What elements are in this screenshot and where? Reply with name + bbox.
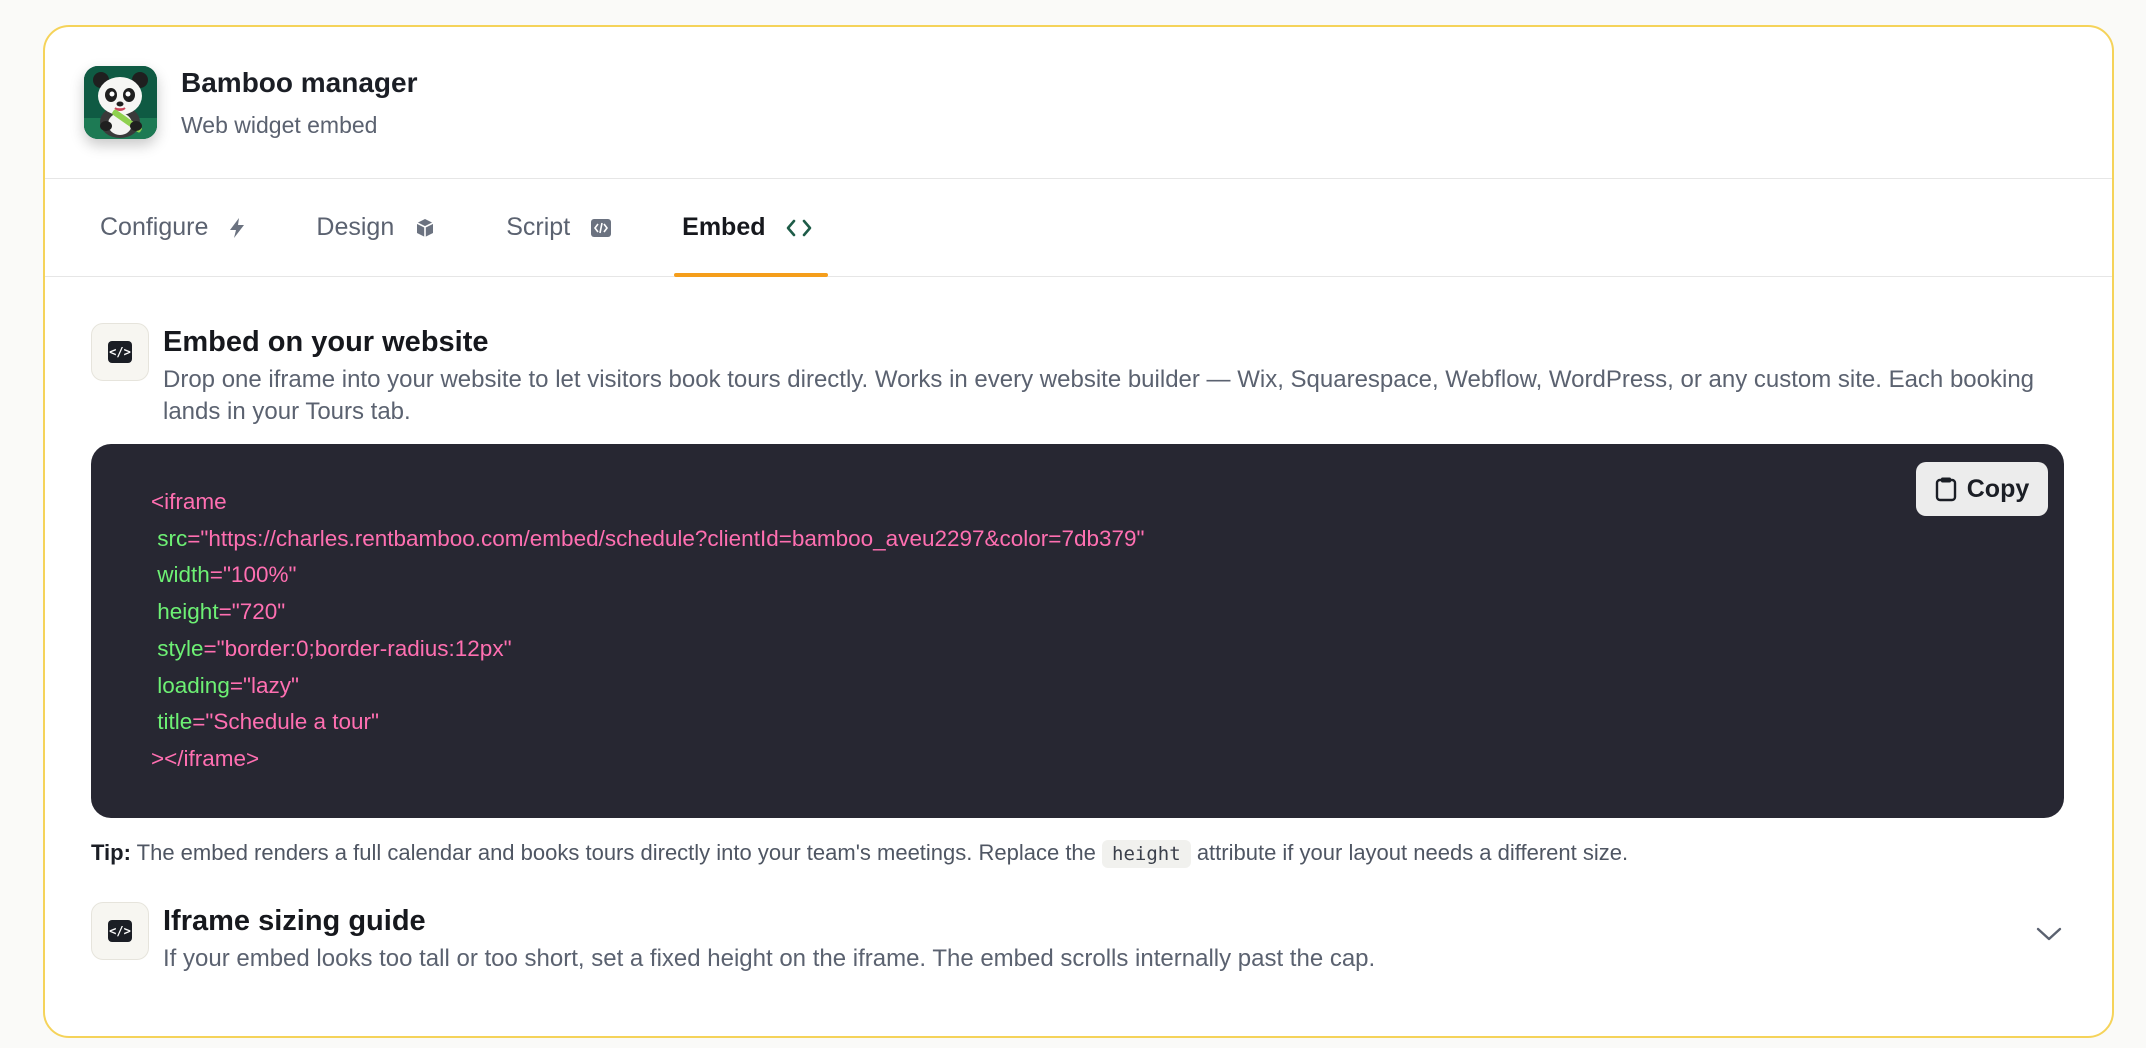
code-attr-name: height <box>157 599 219 625</box>
embed-content: </> Embed on your website Drop one ifram… <box>45 277 2112 975</box>
code-attr-value: "720" <box>231 599 286 625</box>
sizing-title: Iframe sizing guide <box>163 905 426 937</box>
code-attr-value: "Schedule a tour" <box>205 709 380 735</box>
code-open-tag: <iframe <box>151 489 227 514</box>
tab-label: Design <box>316 213 395 241</box>
tab-script[interactable]: Script <box>506 179 620 276</box>
panda-logo-icon <box>84 66 157 139</box>
tab-label: Configure <box>100 213 209 241</box>
code-attr-name: loading <box>157 672 230 698</box>
cube-icon <box>414 217 436 239</box>
app-header: Bamboo manager Web widget embed <box>45 27 2112 179</box>
embed-tip: Tip: The embed renders a full calendar a… <box>91 836 2064 871</box>
code-attr-name: title <box>157 709 193 735</box>
tab-label: Script <box>506 213 571 241</box>
embed-code-block[interactable]: <iframe src="https://charles.rentbamboo.… <box>91 444 2064 818</box>
copy-label: Copy <box>1966 474 2030 503</box>
code-attr-value: "lazy" <box>242 672 299 698</box>
embed-title: Embed on your website <box>163 326 489 358</box>
code-attr-name: width <box>157 562 210 588</box>
code-attr-value: "border:0;border-radius:12px" <box>216 635 512 661</box>
code-brackets-icon <box>786 218 812 238</box>
sizing-guide-accordion[interactable]: </> Iframe sizing guide If your embed lo… <box>91 902 2064 975</box>
tip-label: Tip: <box>91 840 131 865</box>
code-icon: </> <box>91 323 149 381</box>
embed-description: Drop one iframe into your website to let… <box>163 366 2035 425</box>
code-close-tag: ></iframe> <box>151 745 260 771</box>
embed-card: Bamboo manager Web widget embed Configur… <box>43 25 2114 1038</box>
tab-embed[interactable]: Embed <box>674 179 828 277</box>
embed-section-header: </> Embed on your website Drop one ifram… <box>91 323 2064 428</box>
app-title: Bamboo manager <box>181 67 418 98</box>
code-attr-value: "https://charles.rentbamboo.com/embed/sc… <box>200 525 1145 551</box>
tab-label: Embed <box>682 213 766 241</box>
code-icon: </> <box>91 902 149 960</box>
code-attr-value: "100%" <box>222 562 297 588</box>
code-attr-name: src <box>157 525 188 551</box>
code-attr-name: style <box>157 635 204 661</box>
app-subtitle: Web widget embed <box>181 112 378 138</box>
tip-text: The embed renders a full calendar and bo… <box>136 840 1096 865</box>
clipboard-icon <box>1935 476 1957 502</box>
tab-bar: Configure Design Script Embed <box>45 179 2112 277</box>
bolt-icon <box>228 217 246 239</box>
tab-design[interactable]: Design <box>316 179 444 276</box>
tab-configure[interactable]: Configure <box>100 179 254 276</box>
code-file-icon <box>590 218 612 238</box>
sizing-description: If your embed looks too tall or too shor… <box>163 945 1376 972</box>
tip-text-after: attribute if your layout needs a differe… <box>1196 840 1629 865</box>
copy-button[interactable]: Copy <box>1916 462 2048 516</box>
chevron-down-icon[interactable] <box>2036 926 2062 947</box>
tip-code: height <box>1102 840 1191 868</box>
